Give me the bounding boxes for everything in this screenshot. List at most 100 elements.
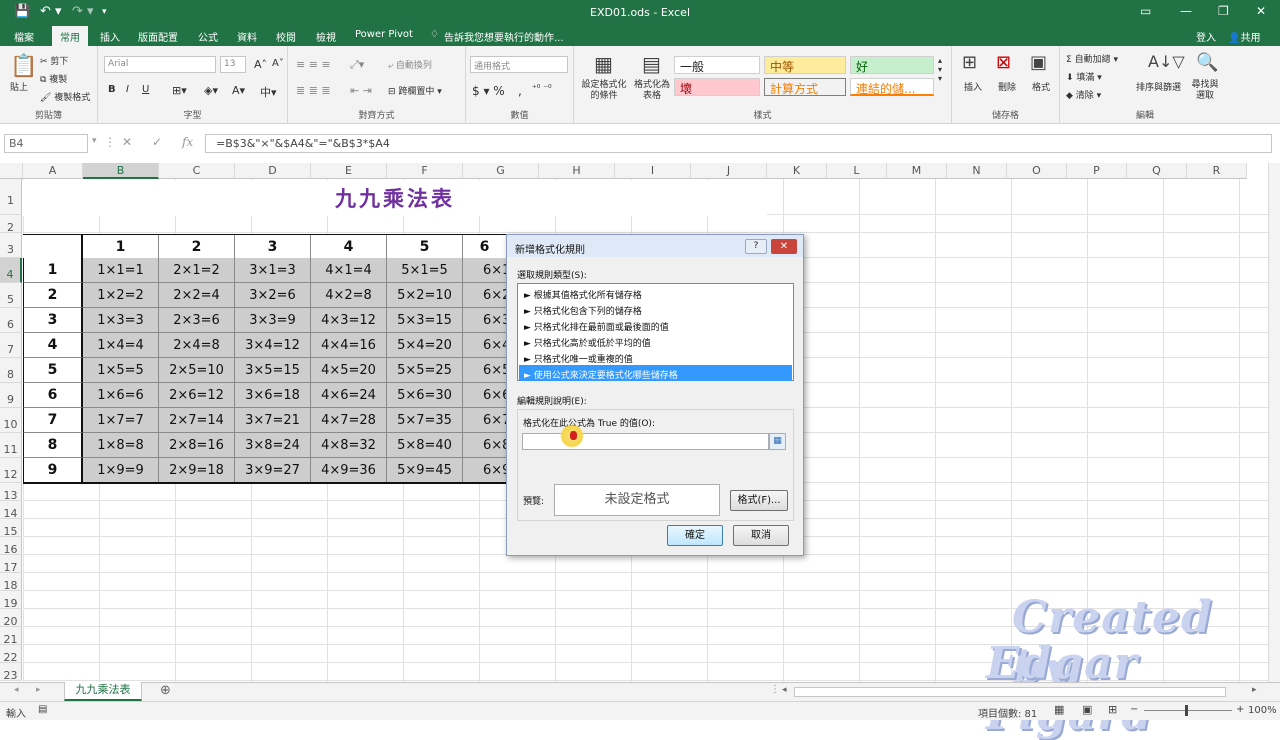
cancel-button[interactable]: 取消: [733, 525, 789, 546]
row-header[interactable]: 2: [0, 215, 22, 234]
signin-link[interactable]: 登入: [1196, 29, 1216, 44]
row-header[interactable]: 20: [0, 609, 22, 628]
row-header[interactable]: 4: [0, 258, 22, 283]
rule-type-item[interactable]: ► 只格式化包含下列的儲存格: [519, 301, 792, 317]
column-header[interactable]: D: [235, 163, 311, 179]
table-cell[interactable]: 3×2=6: [235, 283, 311, 308]
table-cell[interactable]: 1×1=1: [83, 258, 159, 283]
styles-more-icon[interactable]: ▴ ▾ ▾: [938, 56, 942, 83]
table-cell[interactable]: 5×9=45: [387, 458, 463, 483]
table-row-header-cell[interactable]: 5: [23, 358, 83, 383]
rule-type-item[interactable]: ► 根據其值格式化所有儲存格: [519, 285, 792, 301]
page-layout-view-icon[interactable]: ▣: [1082, 703, 1092, 716]
zoom-slider[interactable]: [1144, 710, 1232, 711]
column-header[interactable]: G: [463, 163, 539, 179]
row-header[interactable]: 9: [0, 383, 22, 408]
horizontal-scrollbar[interactable]: [794, 687, 1226, 697]
fill-color-icon[interactable]: ◈▾: [204, 84, 218, 97]
tab-insert[interactable]: 插入: [100, 29, 120, 44]
table-cell[interactable]: 5×8=40: [387, 433, 463, 458]
table-cell[interactable]: 1×6=6: [83, 383, 159, 408]
currency-icon[interactable]: $ ▾ %: [472, 84, 505, 98]
namebox-dropdown-icon[interactable]: ▾: [92, 136, 97, 146]
row-header[interactable]: 23: [0, 663, 22, 682]
delete-cells-icon[interactable]: ⊠: [996, 52, 1011, 73]
close-window-icon[interactable]: ✕: [1256, 4, 1266, 18]
find-select-button[interactable]: 尋找與選取: [1188, 80, 1222, 102]
table-cell[interactable]: 2×8=16: [159, 433, 235, 458]
table-cell[interactable]: 2×3=6: [159, 308, 235, 333]
align-top-icon[interactable]: ≡ ≡ ≡: [296, 58, 331, 71]
enter-entry-icon[interactable]: ✓: [152, 135, 162, 149]
table-cell[interactable]: 3×6=18: [235, 383, 311, 408]
fill-button[interactable]: ⬇ 填滿 ▾: [1066, 70, 1102, 83]
column-header[interactable]: O: [1007, 163, 1067, 179]
column-header[interactable]: A: [23, 163, 83, 179]
shrink-font-icon[interactable]: A˅: [272, 58, 284, 69]
italic-button[interactable]: I: [126, 84, 129, 95]
formula-input[interactable]: =B$3&"×"&$A4&"="&B$3*$A4: [205, 134, 1272, 153]
column-header[interactable]: I: [615, 163, 691, 179]
table-cell[interactable]: 5×1=5: [387, 258, 463, 283]
tab-file[interactable]: 檔案: [14, 29, 34, 44]
table-corner-cell[interactable]: [23, 235, 83, 260]
copy-button[interactable]: ⧉ 複製: [40, 72, 67, 85]
table-cell[interactable]: 5×6=30: [387, 383, 463, 408]
ok-button[interactable]: 確定: [667, 525, 723, 546]
indent-icon[interactable]: ⇤ ⇥: [350, 84, 372, 97]
format-cells-icon[interactable]: ▣: [1030, 52, 1047, 73]
macro-record-icon[interactable]: ▤: [38, 704, 47, 715]
column-header[interactable]: Q: [1127, 163, 1187, 179]
table-cell[interactable]: 2×5=10: [159, 358, 235, 383]
font-color-icon[interactable]: A▾: [232, 84, 245, 97]
column-header[interactable]: L: [827, 163, 887, 179]
prev-sheet-icon[interactable]: ◂: [14, 685, 19, 695]
table-cell[interactable]: 5×4=20: [387, 333, 463, 358]
table-cell[interactable]: 2×6=12: [159, 383, 235, 408]
minimize-icon[interactable]: —: [1180, 4, 1192, 18]
zoom-out-icon[interactable]: −: [1130, 704, 1138, 715]
sort-filter-icon[interactable]: A↓▽: [1148, 52, 1185, 71]
dialog-close-button[interactable]: ✕: [771, 239, 797, 254]
table-cell[interactable]: 4×9=36: [311, 458, 387, 483]
table-cell[interactable]: 6×7=: [463, 408, 521, 433]
cancel-entry-icon[interactable]: ✕: [122, 135, 132, 149]
delete-cells-button[interactable]: 刪除: [998, 80, 1016, 93]
row-header[interactable]: 3: [0, 233, 22, 258]
table-cell[interactable]: 4×2=8: [311, 283, 387, 308]
row-header[interactable]: 19: [0, 591, 22, 610]
table-header-cell[interactable]: 4: [311, 235, 387, 260]
name-box[interactable]: B4: [4, 134, 88, 153]
format-as-table-icon[interactable]: ▤: [642, 52, 661, 76]
insert-cells-button[interactable]: 插入: [964, 80, 982, 93]
number-format-select[interactable]: 通用格式: [470, 56, 568, 73]
format-painter-button[interactable]: 🖌 複製格式: [40, 90, 90, 103]
table-cell[interactable]: 3×7=21: [235, 408, 311, 433]
column-header[interactable]: M: [887, 163, 947, 179]
insert-function-icon[interactable]: fx: [182, 135, 193, 149]
row-header[interactable]: 1: [0, 179, 22, 215]
table-row-header-cell[interactable]: 1: [23, 258, 83, 283]
conditional-format-button[interactable]: 設定格式化的條件: [578, 80, 630, 102]
style-linked-cell[interactable]: 連結的儲...: [850, 78, 934, 96]
column-header[interactable]: F: [387, 163, 463, 179]
table-cell[interactable]: 6×5=: [463, 358, 521, 383]
sort-filter-button[interactable]: 排序與篩選: [1136, 80, 1181, 93]
bold-button[interactable]: B: [108, 84, 116, 95]
align-left-icon[interactable]: ≣ ≣ ≣: [296, 84, 331, 97]
table-cell[interactable]: 4×3=12: [311, 308, 387, 333]
rule-type-list[interactable]: ► 根據其值格式化所有儲存格 ► 只格式化包含下列的儲存格 ► 只格式化排在最前…: [517, 283, 794, 381]
sheet-title-cell[interactable]: 九九乘法表: [23, 180, 767, 216]
table-header-cell[interactable]: 1: [83, 235, 159, 260]
rule-type-item[interactable]: ► 只格式化高於或低於平均的值: [519, 333, 792, 349]
table-cell[interactable]: 4×5=20: [311, 358, 387, 383]
row-header[interactable]: 5: [0, 283, 22, 308]
tab-formulas[interactable]: 公式: [198, 29, 218, 44]
row-header[interactable]: 15: [0, 519, 22, 538]
row-header[interactable]: 18: [0, 573, 22, 592]
clear-button[interactable]: ◆ 清除 ▾: [1066, 88, 1101, 101]
find-select-icon[interactable]: 🔍: [1196, 52, 1218, 73]
tab-view[interactable]: 檢視: [316, 29, 336, 44]
table-cell[interactable]: 6×9=: [463, 458, 521, 483]
add-sheet-icon[interactable]: ⊕: [160, 683, 171, 698]
